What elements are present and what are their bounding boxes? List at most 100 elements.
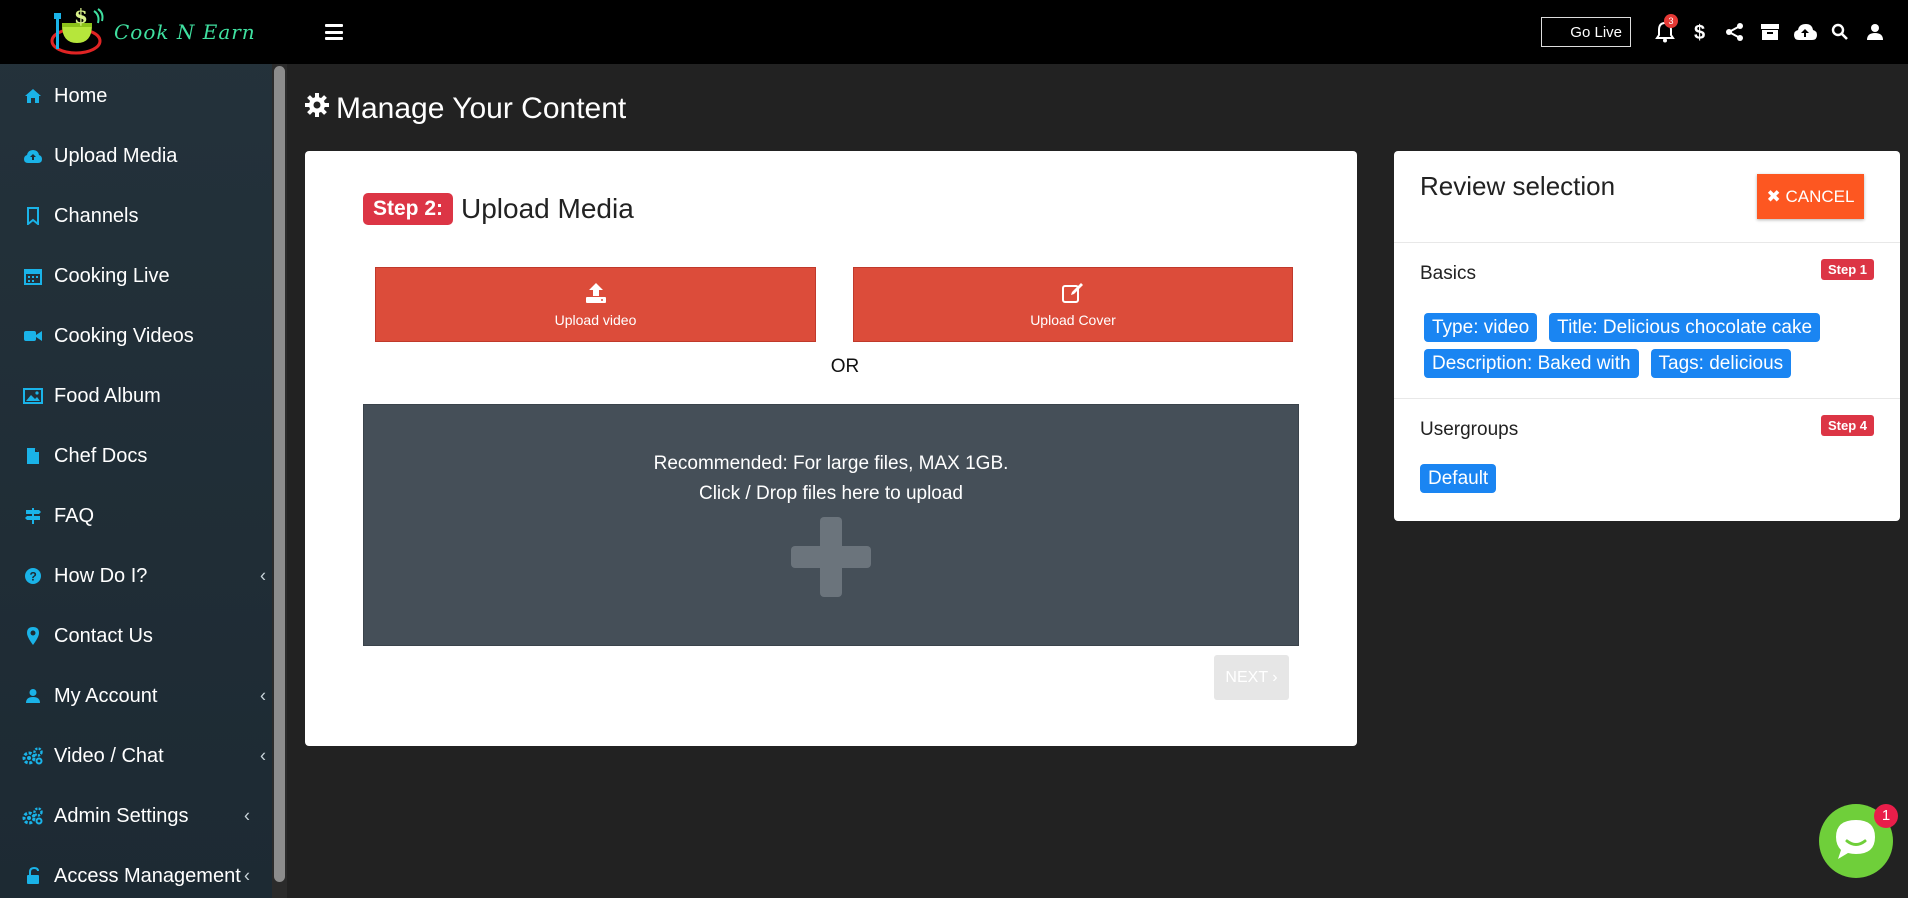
step-title: Upload Media: [461, 193, 634, 224]
user-icon[interactable]: [1857, 0, 1892, 64]
sidebar-item-chef-docs[interactable]: Chef Docs: [0, 426, 272, 486]
chevron-left-icon: ‹: [260, 685, 266, 706]
upload-icon: [584, 281, 608, 308]
selection-tag[interactable]: Default: [1420, 464, 1497, 493]
upload-video-label: Upload video: [554, 312, 637, 328]
sidebar-item-video-chat[interactable]: Video / Chat ‹: [0, 726, 272, 786]
sidebar-item-my-account[interactable]: My Account ‹: [0, 666, 272, 726]
selection-tag[interactable]: Description: Baked with: [1424, 349, 1639, 378]
sidebar-item-label: Cooking Videos: [54, 324, 194, 347]
logo-bar[interactable]: $ Cook N Earn: [0, 0, 287, 64]
bookmark-icon: [22, 205, 44, 227]
review-title: Review selection: [1420, 171, 1616, 201]
sidebar-item-label: Upload Media: [54, 144, 178, 167]
top-bar: Go Live 3 $: [287, 0, 1908, 64]
share-icon[interactable]: [1717, 0, 1752, 64]
next-button[interactable]: NEXT ›: [1214, 655, 1289, 700]
go-live-label: Go Live: [1570, 23, 1622, 41]
sidebar: $ Cook N Earn Home Upload Media Channels Co…: [0, 0, 287, 898]
cogs-icon: [22, 805, 44, 827]
step-label: Step 2:: [363, 193, 454, 225]
go-live-button[interactable]: Go Live: [1541, 17, 1631, 47]
sidebar-item-channels[interactable]: Channels: [0, 186, 272, 246]
sidebar-item-cooking-live[interactable]: Cooking Live: [0, 246, 272, 306]
upload-cover-label: Upload Cover: [1030, 312, 1116, 328]
sidebar-item-label: Food Album: [54, 384, 161, 407]
step-header: Step 2: Upload Media: [363, 193, 634, 225]
edit-icon: [1061, 281, 1085, 308]
sidebar-scrollbar-thumb[interactable]: [274, 66, 285, 882]
svg-text:?: ?: [30, 570, 37, 584]
sidebar-item-label: Contact Us: [54, 624, 153, 647]
home-icon: [22, 85, 44, 107]
logo-icon: $: [48, 3, 114, 61]
bell-icon[interactable]: 3: [1647, 0, 1682, 64]
page-title: Manage Your Content: [304, 92, 626, 126]
selection-tag[interactable]: Tags: delicious: [1650, 349, 1792, 378]
sidebar-item-label: My Account: [54, 684, 158, 707]
basics-section-title: Basics: [1420, 263, 1476, 284]
sidebar-item-faq[interactable]: FAQ: [0, 486, 272, 546]
page-title-text: Manage Your Content: [336, 92, 627, 125]
svg-text:$: $: [1694, 22, 1705, 43]
sidebar-item-access-management[interactable]: Access Management ‹: [0, 846, 272, 898]
user-icon: [22, 685, 44, 707]
sidebar-item-label: Home: [54, 84, 108, 107]
sidebar-item-home[interactable]: Home: [0, 66, 272, 126]
notification-badge: 3: [1664, 14, 1678, 28]
logo-text: Cook N Earn: [114, 20, 256, 44]
basics-step-badge[interactable]: Step 1: [1820, 259, 1874, 280]
hamburger-menu-icon[interactable]: [325, 24, 343, 40]
cogs-icon: [22, 745, 44, 767]
search-icon[interactable]: [1822, 0, 1857, 64]
sidebar-item-upload-media[interactable]: Upload Media: [0, 126, 272, 186]
dollar-icon[interactable]: $: [1682, 0, 1717, 64]
divider: [1394, 398, 1900, 399]
sidebar-item-label: Video / Chat: [54, 744, 164, 767]
cloud-upload-icon[interactable]: [1787, 0, 1822, 64]
sidebar-item-cooking-videos[interactable]: Cooking Videos: [0, 306, 272, 366]
sidebar-item-label: Access Management: [54, 864, 241, 887]
chat-bubble-icon: [1833, 817, 1879, 866]
usergroups-step-badge[interactable]: Step 4: [1820, 415, 1874, 436]
sidebar-item-food-album[interactable]: Food Album: [0, 366, 272, 426]
sidebar-scrollbar[interactable]: [272, 64, 287, 898]
sidebar-item-how-do-i[interactable]: ? How Do I? ‹: [0, 546, 272, 606]
or-separator: OR: [830, 356, 860, 377]
calendar-icon: [22, 265, 44, 287]
sidebar-item-label: FAQ: [54, 504, 95, 527]
sidebar-item-admin-settings[interactable]: Admin Settings ‹: [0, 786, 272, 846]
chevron-left-icon: ‹: [244, 805, 250, 826]
cloud-upload-icon: [22, 145, 44, 167]
cancel-button[interactable]: ✖ CANCEL: [1757, 174, 1864, 219]
sidebar-item-label: Channels: [54, 204, 139, 227]
upload-cover-button[interactable]: Upload Cover: [853, 267, 1293, 342]
sidebar-nav: Home Upload Media Channels Cooking Live Cook…: [0, 64, 287, 898]
usergroups-section-title: Usergroups: [1420, 419, 1519, 440]
file-icon: [22, 445, 44, 467]
selection-tag[interactable]: Title: Delicious chocolate cake: [1549, 313, 1821, 342]
selection-tag[interactable]: Type: video: [1424, 313, 1538, 342]
sidebar-item-label: How Do I?: [54, 564, 148, 587]
archive-icon[interactable]: [1752, 0, 1787, 64]
chevron-left-icon: ‹: [244, 865, 250, 886]
sidebar-item-label: Admin Settings: [54, 804, 189, 827]
chevron-left-icon: ‹: [260, 565, 266, 586]
divider: [1394, 242, 1900, 243]
question-circle-icon: ?: [22, 565, 44, 587]
plus-icon: [364, 517, 1298, 597]
sidebar-item-contact-us[interactable]: Contact Us: [0, 606, 272, 666]
usergroups-tags: Default: [1420, 464, 1870, 493]
chat-badge: 1: [1874, 804, 1898, 828]
sidebar-item-label: Chef Docs: [54, 444, 148, 467]
unlock-icon: [22, 865, 44, 887]
upload-video-button[interactable]: Upload video: [375, 267, 816, 342]
map-marker-icon: [22, 625, 44, 647]
file-dropzone[interactable]: Recommended: For large files, MAX 1GB. C…: [363, 404, 1299, 646]
svg-text:$: $: [74, 4, 88, 28]
dropzone-instruction: Click / Drop files here to upload: [698, 483, 963, 504]
top-bar-actions: Go Live 3 $: [1541, 0, 1892, 64]
video-camera-icon: [22, 325, 44, 347]
signpost-icon: [22, 505, 44, 527]
basics-tags: Type: video Title: Delicious chocolate ca…: [1424, 313, 1874, 378]
